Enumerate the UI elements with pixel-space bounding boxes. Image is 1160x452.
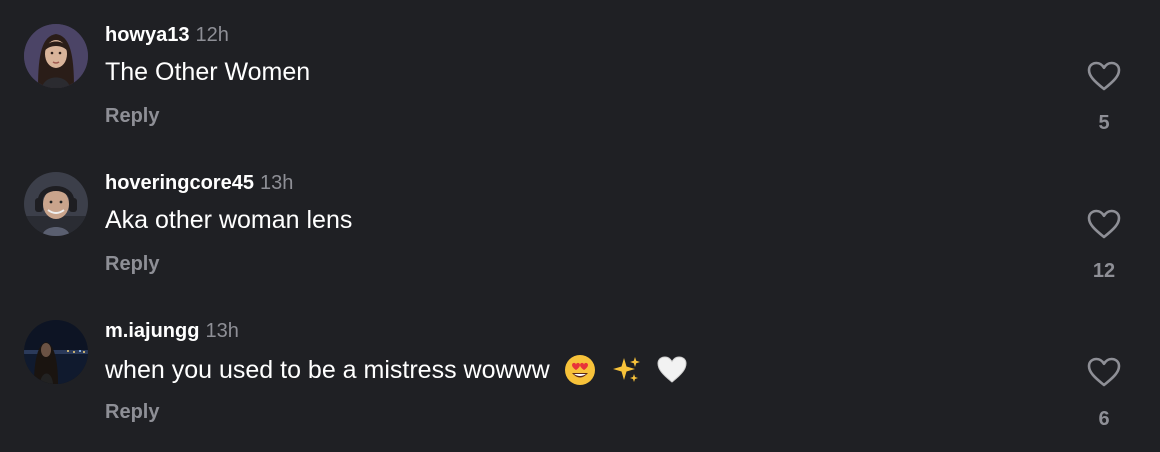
username[interactable]: m.iajungg	[105, 320, 199, 343]
timestamp: 12h	[195, 24, 229, 46]
heart-eyes-emoji-icon	[564, 354, 596, 386]
comment-text: The Other Women	[105, 58, 310, 87]
username[interactable]: howya13	[105, 24, 189, 47]
comment-text-content: Aka other woman lens	[105, 206, 353, 234]
white-heart-emoji-icon	[656, 354, 688, 386]
like-count: 12	[1092, 260, 1116, 282]
reply-button[interactable]: Reply	[105, 401, 159, 424]
avatar[interactable]	[24, 24, 88, 88]
like-count: 5	[1098, 112, 1110, 134]
comment-text: Aka other woman lens	[105, 206, 352, 235]
avatar-man-headphones-icon	[24, 172, 88, 236]
avatar-night-city-icon	[24, 320, 88, 384]
sparkles-emoji-icon	[610, 354, 642, 386]
comment-header: hoveringcore45 13h	[105, 172, 293, 198]
avatar[interactable]	[24, 320, 88, 384]
comment-list: howya13 12h The Other Women Reply 5 hove…	[0, 0, 1160, 452]
comment-text-content: when you used to be a mistress wowww	[105, 355, 550, 384]
heart-icon[interactable]	[1086, 356, 1122, 388]
timestamp: 13h	[205, 320, 239, 342]
like-group: 12	[1080, 208, 1128, 283]
timestamp: 13h	[259, 172, 294, 194]
like-group: 5	[1080, 60, 1128, 135]
comment-item: hoveringcore45 13h Aka other woman lens …	[0, 148, 1160, 296]
avatar[interactable]	[24, 172, 88, 236]
heart-icon[interactable]	[1086, 208, 1122, 240]
comment-header: howya13 12h	[105, 24, 229, 50]
username[interactable]: hoveringcore45	[105, 172, 254, 195]
avatar-woman-dark-hair-icon	[24, 24, 88, 88]
like-group: 6	[1080, 356, 1128, 431]
heart-icon[interactable]	[1086, 60, 1122, 92]
comment-item: howya13 12h The Other Women Reply 5	[0, 0, 1160, 148]
reply-button[interactable]: Reply	[105, 253, 159, 276]
comment-item: m.iajungg 13h when you used to be a mist…	[0, 296, 1160, 444]
comment-header: m.iajungg 13h	[105, 320, 239, 346]
comment-text-content: The Other Women	[105, 58, 311, 86]
reply-button[interactable]: Reply	[105, 105, 159, 128]
like-count: 6	[1098, 408, 1110, 430]
comment-text: when you used to be a mistress wowww	[105, 354, 688, 386]
